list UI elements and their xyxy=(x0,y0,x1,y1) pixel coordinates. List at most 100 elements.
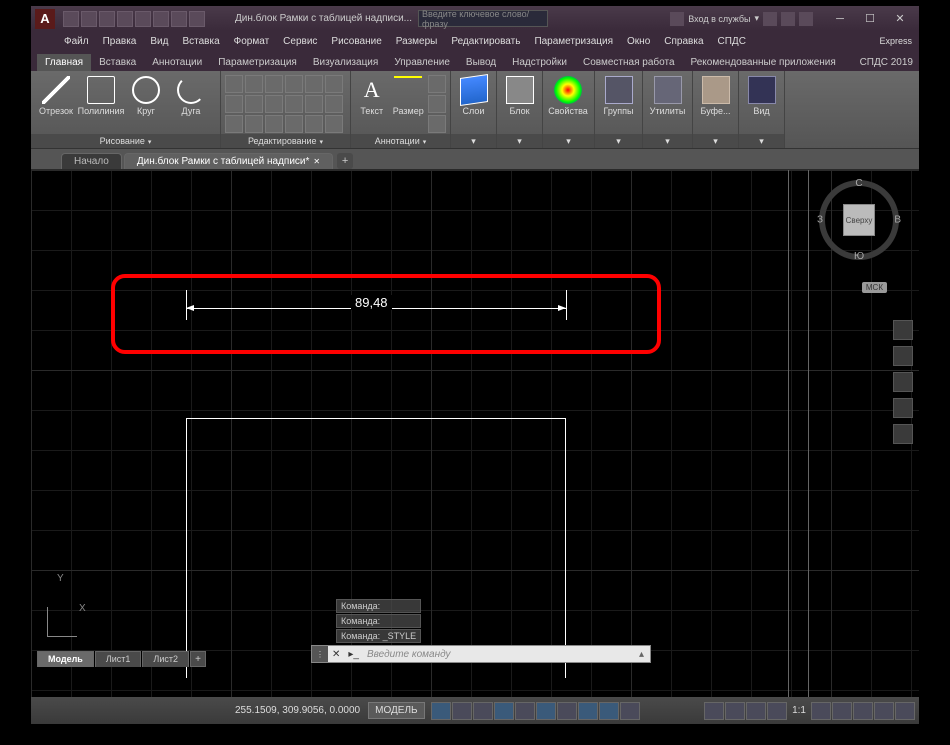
stretch-icon[interactable] xyxy=(245,95,263,113)
close-tab-icon[interactable]: ✕ xyxy=(313,157,320,166)
menu-modify[interactable]: Редактировать xyxy=(444,36,527,47)
view-button[interactable]: Вид xyxy=(743,73,780,116)
panel-annotate-title[interactable]: Аннотации xyxy=(375,136,427,146)
ribbon-tab-collaborate[interactable]: Совместная работа xyxy=(575,54,683,71)
ribbon-tab-home[interactable]: Главная xyxy=(37,54,91,71)
modify-icon-1[interactable] xyxy=(225,115,243,133)
customize-icon[interactable] xyxy=(895,702,915,720)
exchange-icon[interactable] xyxy=(763,12,777,26)
help-icon[interactable] xyxy=(799,12,813,26)
layout-tab-model[interactable]: Модель xyxy=(37,651,94,667)
nav-wheel-icon[interactable] xyxy=(893,320,913,340)
transparency-icon[interactable] xyxy=(704,702,724,720)
annotation-scale-icon[interactable] xyxy=(767,702,787,720)
modify-icon-2[interactable] xyxy=(245,115,263,133)
osnap-toggle-icon[interactable] xyxy=(536,702,556,720)
menu-parametric[interactable]: Параметризация xyxy=(527,36,620,47)
qat-undo-icon[interactable] xyxy=(153,11,169,27)
sign-in-link[interactable]: Вход в службы xyxy=(688,14,750,24)
explode-icon[interactable] xyxy=(325,75,343,93)
polar-toggle-icon[interactable] xyxy=(494,702,514,720)
isolate-icon[interactable] xyxy=(853,702,873,720)
line-button[interactable]: Отрезок xyxy=(35,73,77,116)
ribbon-tab-insert[interactable]: Вставка xyxy=(91,54,144,71)
trim-icon[interactable] xyxy=(265,75,283,93)
menu-draw[interactable]: Рисование xyxy=(324,36,388,47)
hardware-accel-icon[interactable] xyxy=(832,702,852,720)
grid-toggle-icon[interactable] xyxy=(431,702,451,720)
properties-button[interactable]: Свойства xyxy=(547,73,589,116)
layout-tab-sheet1[interactable]: Лист1 xyxy=(95,651,142,667)
qat-more-icon[interactable] xyxy=(189,11,205,27)
menu-dimension[interactable]: Размеры xyxy=(389,36,445,47)
modify-icon-4[interactable] xyxy=(285,115,303,133)
leader-icon[interactable] xyxy=(428,75,446,93)
annot-icon-3[interactable] xyxy=(428,115,446,133)
ribbon-tab-addins[interactable]: Надстройки xyxy=(504,54,575,71)
ribbon-tab-manage[interactable]: Управление xyxy=(386,54,458,71)
3dosnap-icon[interactable] xyxy=(557,702,577,720)
ribbon-tab-annotate[interactable]: Аннотации xyxy=(144,54,210,71)
array-icon[interactable] xyxy=(285,95,303,113)
mirror-icon[interactable] xyxy=(305,75,323,93)
dimension-button[interactable]: Размер xyxy=(392,73,426,116)
search-input[interactable]: Введите ключевое слово/фразу xyxy=(418,10,548,27)
file-tab-active[interactable]: Дин.блок Рамки с таблицей надписи*✕ xyxy=(124,153,333,169)
app-icon[interactable]: A xyxy=(35,9,55,29)
user-icon[interactable] xyxy=(670,12,684,26)
workspace-icon[interactable] xyxy=(811,702,831,720)
ribbon-tab-featured[interactable]: Рекомендованные приложения xyxy=(683,54,844,71)
qat-plot-icon[interactable] xyxy=(135,11,151,27)
dyn-input-icon[interactable] xyxy=(599,702,619,720)
menu-express[interactable]: Express xyxy=(872,36,919,46)
table-icon[interactable] xyxy=(428,95,446,113)
menu-help[interactable]: Справка xyxy=(657,36,710,47)
command-line[interactable]: ⋮ ✕ ▸_ Введите команду ▴ xyxy=(311,645,651,663)
wcs-badge[interactable]: МСК xyxy=(862,282,887,293)
file-tab-start[interactable]: Начало xyxy=(61,153,122,169)
otrack-toggle-icon[interactable] xyxy=(578,702,598,720)
rotate-icon[interactable] xyxy=(245,75,263,93)
block-button[interactable]: Блок xyxy=(501,73,538,116)
model-space-button[interactable]: МОДЕЛЬ xyxy=(368,702,424,719)
annotation-monitor-icon[interactable] xyxy=(746,702,766,720)
selection-cycling-icon[interactable] xyxy=(725,702,745,720)
menu-file[interactable]: Файл xyxy=(57,36,96,47)
ribbon-tab-visualize[interactable]: Визуализация xyxy=(305,54,386,71)
polyline-button[interactable]: Полилиния xyxy=(80,73,122,116)
ribbon-tab-spds[interactable]: СПДС 2019 xyxy=(852,54,919,71)
panel-modify-title[interactable]: Редактирование xyxy=(248,136,323,146)
menu-format[interactable]: Формат xyxy=(227,36,277,47)
ribbon-tab-output[interactable]: Вывод xyxy=(458,54,504,71)
menu-tools[interactable]: Сервис xyxy=(276,36,324,47)
close-button[interactable]: ✕ xyxy=(885,9,915,29)
coordinates[interactable]: 255.1509, 309.9056, 0.0000 xyxy=(235,705,360,716)
panel-draw-title[interactable]: Рисование xyxy=(100,136,152,146)
maximize-button[interactable]: ☐ xyxy=(855,9,885,29)
qat-redo-icon[interactable] xyxy=(171,11,187,27)
arc-button[interactable]: Дуга xyxy=(170,73,212,116)
a360-icon[interactable] xyxy=(781,12,795,26)
lineweight-icon[interactable] xyxy=(620,702,640,720)
add-tab-button[interactable]: + xyxy=(337,153,353,169)
modify-icon-5[interactable] xyxy=(305,115,323,133)
scale-value[interactable]: 1:1 xyxy=(788,702,810,720)
nav-showmotion-icon[interactable] xyxy=(893,424,913,444)
qat-saveas-icon[interactable] xyxy=(117,11,133,27)
layers-button[interactable]: Слои xyxy=(455,73,492,116)
erase-icon[interactable] xyxy=(285,75,303,93)
menu-spds[interactable]: СПДС xyxy=(711,36,753,47)
text-button[interactable]: AТекст xyxy=(355,73,389,116)
view-cube[interactable]: С Ю В З Сверху xyxy=(819,180,899,260)
menu-window[interactable]: Окно xyxy=(620,36,657,47)
cmdline-history-icon[interactable]: ▴ xyxy=(633,649,650,660)
circle-button[interactable]: Круг xyxy=(125,73,167,116)
add-layout-button[interactable]: + xyxy=(190,651,206,667)
qat-save-icon[interactable] xyxy=(99,11,115,27)
scale-icon[interactable] xyxy=(305,95,323,113)
nav-pan-icon[interactable] xyxy=(893,346,913,366)
nav-orbit-icon[interactable] xyxy=(893,398,913,418)
fillet-icon[interactable] xyxy=(265,95,283,113)
drawing-canvas[interactable]: 89,48 Y X С Ю В З Сверху МСК xyxy=(31,170,919,697)
ucs-icon[interactable]: Y X xyxy=(47,607,77,637)
